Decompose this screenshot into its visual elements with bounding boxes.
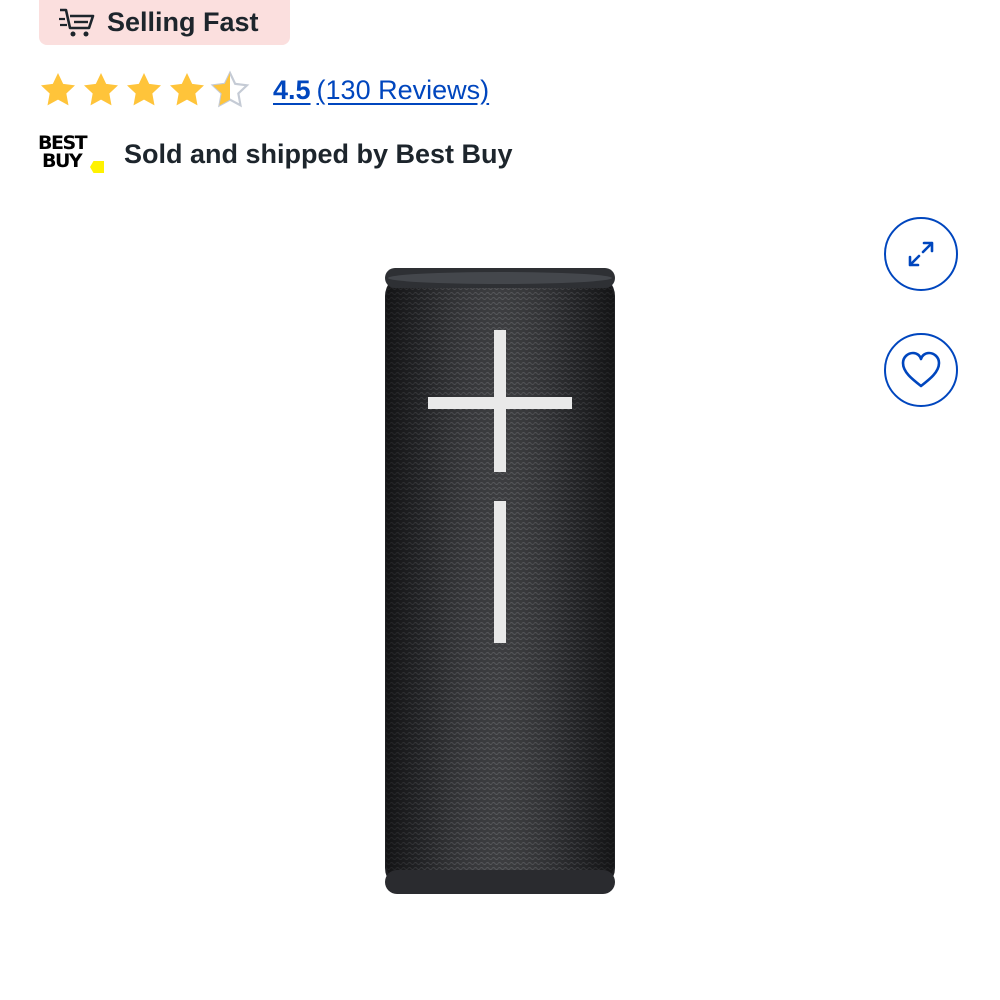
logo-line2: BUY [42,150,83,172]
half-star-icon [210,70,250,108]
star-icon [127,73,161,106]
seller-row: BEST BUY Sold and shipped by Best Buy [38,132,513,176]
star-icon [170,73,204,106]
star-icon [84,73,118,106]
rating-row[interactable]: 4.5 (130 Reviews) [38,68,489,112]
heart-icon [901,351,941,388]
star-rating [38,70,253,110]
cart-icon [59,8,95,36]
best-buy-logo: BEST BUY [38,133,106,175]
add-to-wishlist-button[interactable] [884,333,958,407]
seller-text: Sold and shipped by Best Buy [124,138,513,169]
expand-image-button[interactable] [884,217,958,291]
product-image[interactable] [384,266,616,898]
logo-tag [90,161,104,173]
reviews-link[interactable]: (130 Reviews) [317,75,490,106]
badge-label: Selling Fast [107,7,259,37]
selling-fast-badge: Selling Fast [39,0,290,45]
rating-value[interactable]: 4.5 [273,75,311,106]
star-icon [41,73,75,106]
expand-icon [908,241,934,267]
